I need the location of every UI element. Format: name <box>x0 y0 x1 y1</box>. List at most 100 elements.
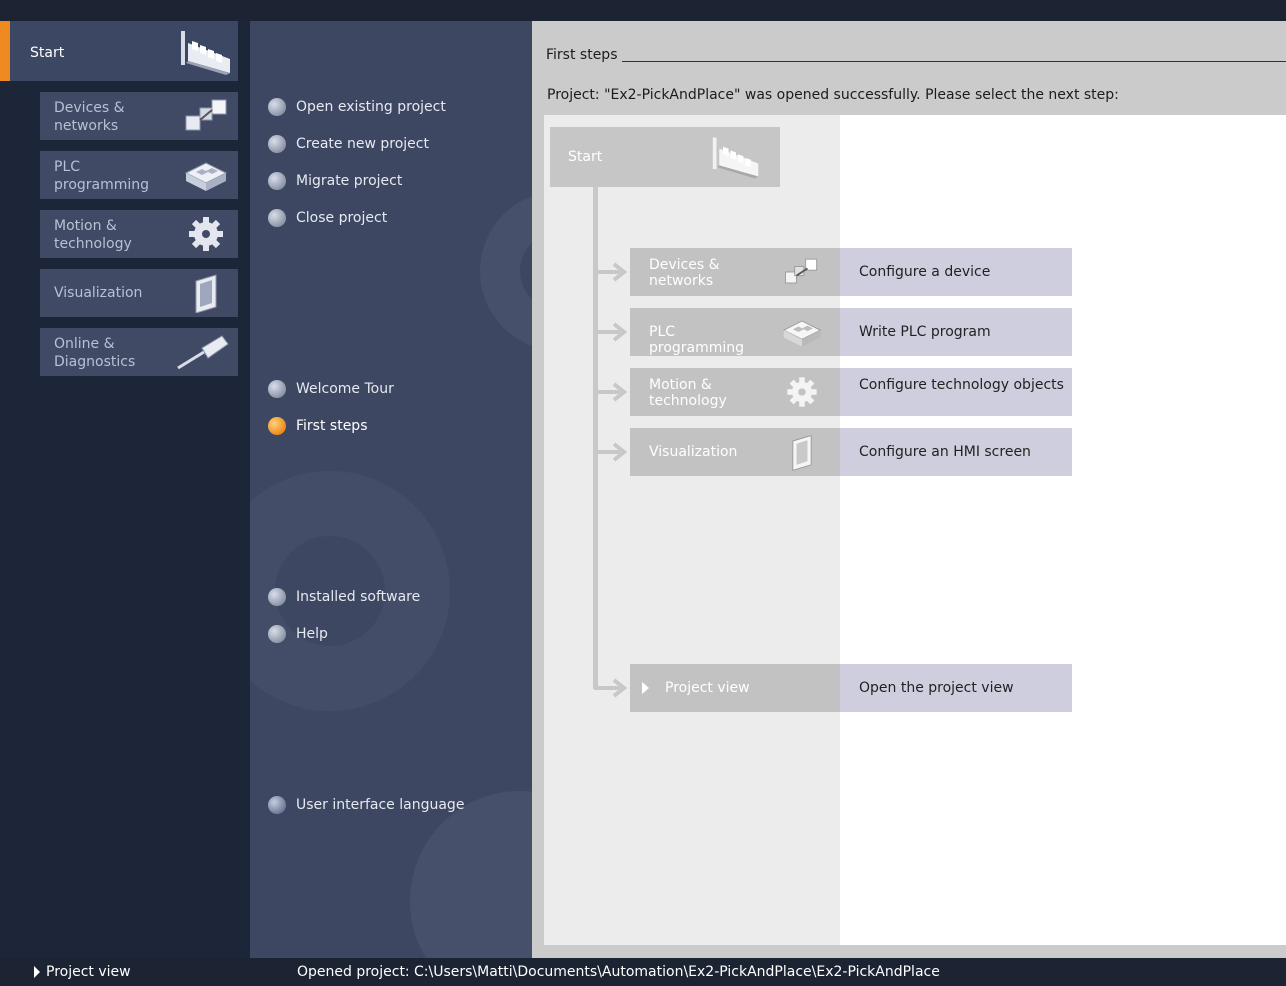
flow-panel-right <box>840 115 1286 945</box>
step-portal-box[interactable]: PLC programming <box>630 308 840 356</box>
radio-bullet-icon <box>268 98 286 116</box>
plc-programming-icon <box>780 312 824 356</box>
background-gear-decoration <box>250 471 450 711</box>
triangle-right-icon <box>34 966 40 978</box>
configure-technology-objects-link[interactable]: Configure technology objects <box>840 368 1072 416</box>
portal-sidebar: Start Devices & networks PLC programming… <box>0 21 250 958</box>
step-action-label: Configure technology objects <box>859 377 1064 393</box>
portal-start-button[interactable]: Start <box>0 21 238 81</box>
background-gear-decoration <box>480 196 532 346</box>
portal-item-label: Devices & networks <box>54 100 125 134</box>
plc-programming-icon <box>182 155 230 199</box>
flow-arrow-icon <box>594 382 628 402</box>
portal-item-visualization[interactable]: Visualization <box>40 269 238 317</box>
globe-icon <box>268 796 286 814</box>
step-portal-box[interactable]: Devices & networks <box>630 248 840 296</box>
write-plc-program-link[interactable]: Write PLC program <box>840 308 1072 356</box>
radio-bullet-icon <box>268 135 286 153</box>
portal-item-devices-networks[interactable]: Devices & networks <box>40 92 238 140</box>
action-label: Help <box>296 626 328 642</box>
radio-bullet-active-icon <box>268 417 286 435</box>
installed-software-link[interactable]: Installed software <box>268 586 420 608</box>
step-devices-networks[interactable]: Devices & networks Configure a device <box>630 248 1072 296</box>
portal-item-label: Motion & technology <box>54 218 132 252</box>
portal-item-label: PLC programming <box>54 159 150 193</box>
hmi-panel-icon <box>780 432 824 476</box>
first-steps-content: First steps Project: "Ex2-PickAndPlace" … <box>532 21 1286 958</box>
project-view-label: Project view <box>46 964 131 980</box>
step-portal-label: Motion & technology <box>649 377 727 409</box>
flow-start-box: Start <box>550 127 780 187</box>
action-label: Close project <box>296 210 388 226</box>
step-action-label: Configure an HMI screen <box>859 444 1031 460</box>
gear-icon <box>780 372 824 416</box>
opened-project-path: C:\Users\Matti\Documents\Automation\Ex2-… <box>414 964 940 980</box>
action-label: Migrate project <box>296 173 403 189</box>
action-label: Welcome Tour <box>296 381 394 397</box>
radio-bullet-icon <box>268 172 286 190</box>
create-new-project-link[interactable]: Create new project <box>268 133 429 155</box>
step-motion-technology[interactable]: Motion & technology Configure technology… <box>630 368 1072 416</box>
opened-project-label: Opened project: <box>297 964 410 980</box>
user-interface-language-link[interactable]: User interface language <box>268 794 464 816</box>
step-project-view-box[interactable]: Project view <box>630 664 840 712</box>
step-plc-programming[interactable]: PLC programming Write PLC program <box>630 308 1072 356</box>
action-label: Installed software <box>296 589 421 605</box>
probe-icon <box>174 332 230 376</box>
content-title: First steps <box>546 47 618 63</box>
step-portal-box[interactable]: Visualization <box>630 428 840 476</box>
portal-item-online-diagnostics[interactable]: Online & Diagnostics <box>40 328 238 376</box>
step-visualization[interactable]: Visualization Configure an HMI screen <box>630 428 1072 476</box>
active-accent-bar <box>0 21 10 81</box>
step-portal-label: PLC programming <box>649 324 745 356</box>
portal-start-label: Start <box>30 45 65 61</box>
configure-device-link[interactable]: Configure a device <box>840 248 1072 296</box>
first-steps-link[interactable]: First steps <box>268 415 368 437</box>
flow-arrow-icon <box>594 678 628 698</box>
background-gear-decoration <box>410 791 532 958</box>
status-bar: Project view Opened project: C:\Users\Ma… <box>0 958 1286 986</box>
title-divider <box>622 61 1286 62</box>
open-existing-project-link[interactable]: Open existing project <box>268 96 446 118</box>
step-action-label: Write PLC program <box>859 324 991 340</box>
configure-hmi-screen-link[interactable]: Configure an HMI screen <box>840 428 1072 476</box>
project-opened-message: Project: "Ex2-PickAndPlace" was opened s… <box>547 87 1119 103</box>
portal-item-label: Visualization <box>54 285 143 301</box>
action-label: First steps <box>296 418 368 434</box>
portal-item-label: Online & Diagnostics <box>54 336 136 370</box>
factory-icon <box>178 29 234 79</box>
action-label: Create new project <box>296 136 429 152</box>
portal-item-motion-technology[interactable]: Motion & technology <box>40 210 238 258</box>
welcome-tour-link[interactable]: Welcome Tour <box>268 378 394 400</box>
portal-actions-panel: Open existing project Create new project… <box>250 21 532 958</box>
step-project-view[interactable]: Project view Open the project view <box>630 664 1072 712</box>
step-portal-label: Devices & networks <box>649 257 720 289</box>
action-label: User interface language <box>296 797 465 813</box>
flow-arrow-icon <box>594 322 628 342</box>
migrate-project-link[interactable]: Migrate project <box>268 170 402 192</box>
flow-panel-left <box>544 115 840 945</box>
top-bar <box>0 0 1286 21</box>
devices-networks-icon <box>182 96 230 140</box>
gear-icon <box>182 214 230 258</box>
flow-arrow-icon <box>594 262 628 282</box>
open-project-view-link[interactable]: Open the project view <box>840 664 1072 712</box>
project-view-button[interactable]: Project view <box>34 964 131 980</box>
step-portal-label: Project view <box>665 680 750 696</box>
step-portal-label: Visualization <box>649 444 738 460</box>
help-link[interactable]: Help <box>268 623 328 645</box>
step-action-label: Configure a device <box>859 264 991 280</box>
flow-arrow-icon <box>594 442 628 462</box>
factory-icon <box>710 135 762 183</box>
radio-bullet-icon <box>268 588 286 606</box>
close-project-link[interactable]: Close project <box>268 207 387 229</box>
step-action-label: Open the project view <box>859 680 1014 696</box>
radio-bullet-icon <box>268 625 286 643</box>
action-label: Open existing project <box>296 99 446 115</box>
radio-bullet-icon <box>268 209 286 227</box>
portal-item-plc-programming[interactable]: PLC programming <box>40 151 238 199</box>
radio-bullet-icon <box>268 380 286 398</box>
flow-start-label: Start <box>568 149 603 165</box>
devices-networks-icon <box>780 252 824 296</box>
step-portal-box[interactable]: Motion & technology <box>630 368 840 416</box>
